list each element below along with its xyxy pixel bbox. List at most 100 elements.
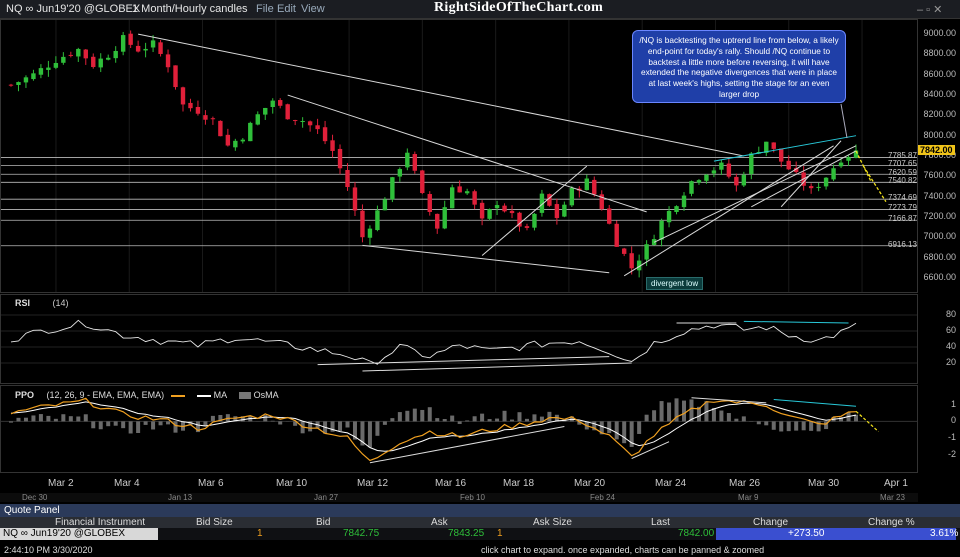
candle-109	[823, 177, 829, 187]
osma-bar-104	[786, 421, 791, 432]
candle-97	[734, 176, 739, 186]
osma-bar-87	[659, 401, 664, 422]
date-bar-tick-3: Feb 10	[460, 493, 485, 502]
ppo-pane[interactable]: PPO (12, 26, 9 - EMA, EMA, EMA) MA OsMA	[0, 385, 918, 473]
quote-ask-size: 1	[497, 528, 503, 539]
candle-37	[285, 104, 290, 120]
osma-bar-5	[46, 415, 51, 422]
rsi-divergence-2	[362, 362, 632, 372]
menu-edit[interactable]: Edit	[277, 3, 296, 15]
current-price-marker: 7842.00	[918, 144, 955, 155]
quote-change: +273.50	[788, 528, 825, 539]
ppo-tick-0: 1	[950, 398, 956, 409]
x-tick-1: Mar 4	[114, 478, 140, 489]
candle-77	[584, 178, 589, 191]
col-bid[interactable]: Bid	[316, 517, 330, 528]
col-bid-size[interactable]: Bid Size	[196, 517, 233, 528]
candle-85	[644, 244, 649, 260]
date-bar-tick-1: Jan 13	[168, 493, 193, 502]
candle-67	[509, 210, 515, 214]
level-label-1: 7707.65	[888, 159, 917, 169]
quote-bid: 7842.75	[343, 528, 380, 539]
x-tick-2: Mar 6	[198, 478, 224, 489]
candle-46	[352, 187, 358, 211]
candle-107	[808, 186, 814, 189]
candle-0	[8, 84, 14, 86]
osma-bar-49	[375, 421, 380, 436]
date-scroller[interactable]: Dec 30 Jan 13 Jan 27 Feb 10 Feb 24 Mar 9 Mar 2…	[0, 493, 918, 502]
candle-53	[405, 152, 410, 168]
candle-23	[180, 87, 186, 105]
osma-bar-64	[487, 419, 492, 422]
candle-9	[76, 48, 81, 57]
candle-52	[397, 169, 403, 177]
ppo-tick-2: -1	[947, 432, 956, 443]
rsi-pane[interactable]: RSI (14)	[0, 294, 918, 384]
window-controls-icon[interactable]: – ▫ ✕	[917, 3, 942, 16]
candle-6	[53, 63, 59, 68]
level-label-5: 7273.79	[888, 203, 917, 213]
candle-110	[831, 168, 836, 180]
col-ask[interactable]: Ask	[431, 517, 448, 528]
analysis-callout: /NQ is backtesting the uptrend line from…	[632, 30, 846, 103]
candle-41	[315, 125, 320, 130]
candle-90	[681, 195, 687, 208]
osma-bar-100	[756, 421, 761, 425]
col-last[interactable]: Last	[651, 517, 670, 528]
status-time: 2:44:10 PM 3/30/2020	[4, 545, 93, 555]
price-tick-1: 8800.00	[923, 48, 956, 59]
candle-4	[38, 68, 44, 75]
candle-69	[524, 226, 530, 228]
osma-bar-12	[98, 421, 103, 430]
col-instrument[interactable]: Financial Instrument	[55, 517, 145, 528]
candle-8	[68, 54, 74, 56]
ppo-divergence-3	[691, 397, 767, 404]
level-label-3: 7540.82	[888, 176, 917, 186]
quote-last: 7842.00	[678, 528, 715, 539]
price-axis: 9000.00 8800.00 8600.00 8400.00 8200.00 8000.…	[918, 19, 960, 293]
col-change-pct[interactable]: Change %	[868, 517, 915, 528]
candle-27	[210, 118, 216, 120]
candle-102	[771, 142, 776, 149]
candle-108	[816, 186, 821, 188]
candle-56	[427, 194, 432, 212]
candle-15	[120, 35, 126, 52]
x-tick-6: Mar 18	[503, 478, 535, 489]
candle-51	[390, 177, 395, 200]
col-change[interactable]: Change	[753, 517, 788, 528]
menu-file[interactable]: File	[256, 3, 274, 15]
candle-82	[621, 248, 627, 254]
osma-bar-0	[9, 421, 13, 423]
osma-bar-81	[614, 421, 619, 440]
candle-14	[113, 50, 118, 59]
candle-103	[779, 148, 784, 162]
candle-111	[838, 162, 844, 167]
osma-bar-97	[734, 418, 739, 422]
symbol-title[interactable]: NQ ∞ Jun19'20 @GLOBEX	[6, 3, 140, 15]
candle-12	[98, 58, 103, 68]
osma-bar-17	[136, 421, 141, 433]
candle-65	[494, 205, 500, 209]
quote-panel-header: Financial Instrument Bid Size Bid Ask As…	[0, 517, 960, 528]
osma-bar-59	[450, 415, 455, 422]
osma-bar-106	[801, 421, 806, 431]
ppo-axis: 1 0 -1 -2	[918, 385, 960, 473]
osma-bar-58	[442, 419, 447, 422]
osma-bar-14	[113, 421, 118, 426]
candle-31	[240, 139, 246, 142]
ppo-tick-1: 0	[950, 415, 956, 426]
change-highlight	[716, 528, 956, 540]
price-tick-4: 8200.00	[923, 109, 956, 120]
candle-43	[330, 140, 335, 151]
osma-bar-98	[741, 416, 746, 422]
menu-view[interactable]: View	[301, 3, 325, 15]
rsi-cyan-line	[743, 320, 849, 324]
quote-row[interactable]: NQ ∞ Jun19'20 @GLOBEX 1 7842.75 7843.25 …	[0, 528, 960, 540]
date-bar-tick-5: Mar 9	[738, 493, 759, 502]
osma-bar-69	[524, 418, 529, 422]
candle-20	[158, 42, 163, 54]
candle-92	[696, 180, 702, 183]
col-ask-size[interactable]: Ask Size	[533, 517, 572, 528]
candle-66	[502, 205, 507, 212]
interval-selector[interactable]: 1 Month/Hourly candles	[132, 3, 248, 15]
